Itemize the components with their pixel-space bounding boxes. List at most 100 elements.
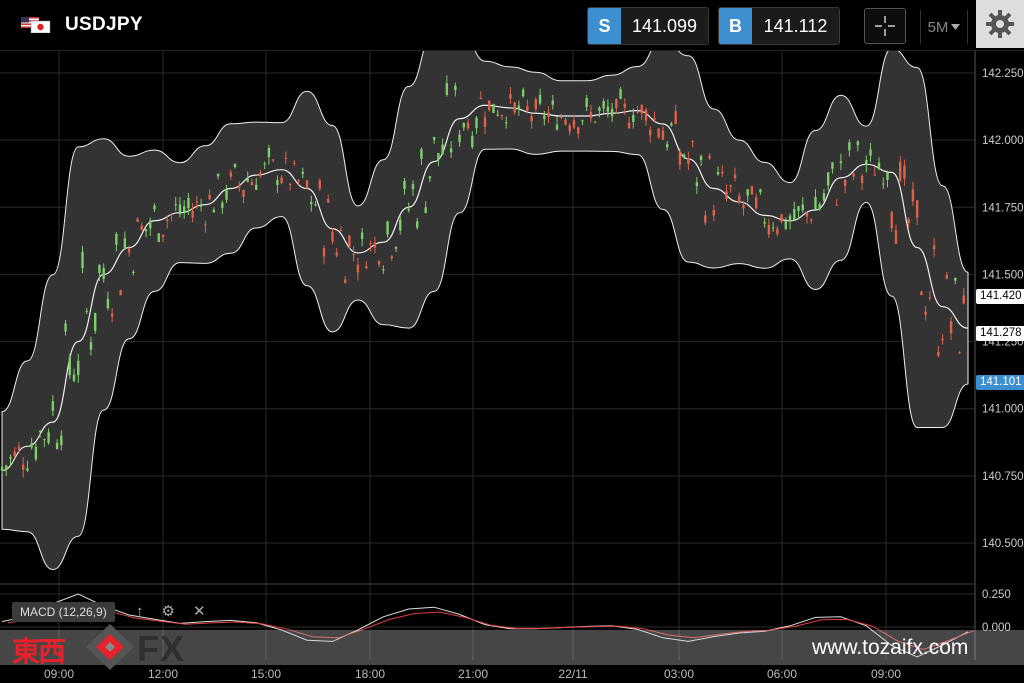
- time-tick: 09:00: [43, 667, 75, 681]
- candle-body: [504, 122, 508, 124]
- candle-body: [882, 183, 885, 185]
- candle-body: [776, 228, 779, 235]
- candle-body: [13, 451, 16, 457]
- candle-body: [763, 222, 766, 224]
- buy-quote-button[interactable]: B 141.112: [718, 7, 840, 45]
- candle-body: [598, 107, 601, 112]
- timeframe-dropdown[interactable]: 5M: [920, 10, 968, 44]
- candle-body: [255, 184, 258, 190]
- crosshair-button[interactable]: [864, 8, 906, 44]
- candle-body: [238, 184, 241, 188]
- candle-body: [496, 114, 499, 116]
- candle-body: [593, 121, 597, 123]
- candle-body: [132, 271, 135, 273]
- candle-body: [301, 171, 305, 174]
- price-axis: 142.250142.000141.750141.500141.250141.0…: [982, 68, 1024, 634]
- candle-body: [649, 129, 652, 136]
- candle-body: [759, 189, 762, 193]
- price-marker-mid: 141.278: [976, 326, 1024, 341]
- candle-body: [911, 189, 915, 202]
- candle-body: [441, 144, 444, 155]
- candle-body: [208, 194, 211, 200]
- candle-body: [327, 199, 330, 203]
- candle-body: [581, 120, 584, 122]
- candle-body: [708, 155, 711, 159]
- settings-button[interactable]: [976, 0, 1024, 48]
- candle-body: [89, 342, 93, 350]
- candle-body: [479, 98, 482, 100]
- candle-body: [55, 442, 59, 449]
- candle-body: [564, 119, 567, 125]
- candle-body: [322, 248, 326, 257]
- candle-body: [725, 191, 728, 200]
- candle-body: [928, 297, 932, 299]
- candle-body: [394, 247, 398, 249]
- candle-body: [191, 210, 194, 218]
- usdjpy-flag-icon: [21, 17, 51, 33]
- candle-body: [466, 122, 470, 129]
- time-tick: 09:00: [870, 667, 902, 681]
- time-tick: 22/11: [558, 667, 588, 681]
- candle-body: [34, 446, 38, 460]
- gear-icon[interactable]: ⚙: [162, 602, 175, 622]
- time-tick: 18:00: [354, 667, 386, 681]
- time-tick: 15:00: [250, 667, 282, 681]
- time-tick: 06:00: [766, 667, 798, 681]
- candle-body: [954, 277, 957, 281]
- candle-body: [424, 207, 427, 213]
- candle-body: [551, 100, 554, 105]
- candle-body: [47, 432, 50, 443]
- candle-body: [572, 120, 576, 128]
- candle-body: [619, 89, 622, 99]
- sell-quote-button[interactable]: S 141.099: [587, 7, 709, 45]
- candle-body: [68, 357, 71, 376]
- candle-body: [242, 189, 245, 197]
- buy-tag: B: [719, 8, 752, 44]
- candle-body: [949, 321, 953, 334]
- candle-body: [310, 201, 313, 205]
- candle-body: [199, 205, 203, 207]
- candle-body: [110, 313, 114, 317]
- candle-body: [38, 431, 42, 433]
- candle-body: [488, 100, 491, 111]
- symbol-title[interactable]: USDJPY: [65, 14, 143, 36]
- candle-body: [454, 85, 457, 91]
- candle-body: [899, 161, 902, 181]
- candle-body: [729, 185, 732, 187]
- candle-body: [85, 310, 88, 312]
- candle-body: [513, 102, 516, 113]
- move-up-icon[interactable]: ↑: [136, 602, 144, 622]
- candle-body: [416, 221, 419, 228]
- candle-body: [98, 264, 101, 274]
- candle-body: [945, 274, 949, 279]
- candle-body: [369, 242, 372, 244]
- candle-body: [365, 266, 368, 269]
- macd-indicator-label[interactable]: MACD (12,26,9): [12, 602, 115, 622]
- candle-body: [458, 134, 461, 142]
- candle-body: [314, 204, 317, 206]
- candle-body: [826, 172, 830, 186]
- candle-body: [627, 123, 631, 129]
- top-bar: USDJPY S 141.099 B 141.112 5M: [0, 0, 1024, 51]
- candle-body: [577, 127, 580, 134]
- candle-body: [784, 220, 788, 229]
- candle-body: [606, 106, 610, 112]
- sell-tag: S: [588, 8, 621, 44]
- time-tick: 03:00: [663, 667, 695, 681]
- candle-body: [670, 123, 673, 126]
- price-chart[interactable]: 142.250142.000141.750141.500141.250141.0…: [0, 51, 1024, 683]
- candle-body: [742, 204, 745, 209]
- macd-tick: 0.250: [982, 589, 1011, 601]
- candle-body: [534, 99, 538, 110]
- caret-down-icon: [951, 24, 961, 30]
- candle-body: [653, 117, 656, 120]
- close-icon[interactable]: ✕: [193, 602, 206, 622]
- candle-body: [216, 173, 220, 177]
- candle-body: [403, 180, 406, 189]
- candle-body: [877, 162, 881, 170]
- price-tick: 142.000: [982, 135, 1024, 147]
- candle-body: [136, 218, 139, 222]
- watermark-kanji: 東西: [12, 635, 66, 668]
- candle-body: [704, 215, 707, 223]
- candle-body: [678, 152, 682, 165]
